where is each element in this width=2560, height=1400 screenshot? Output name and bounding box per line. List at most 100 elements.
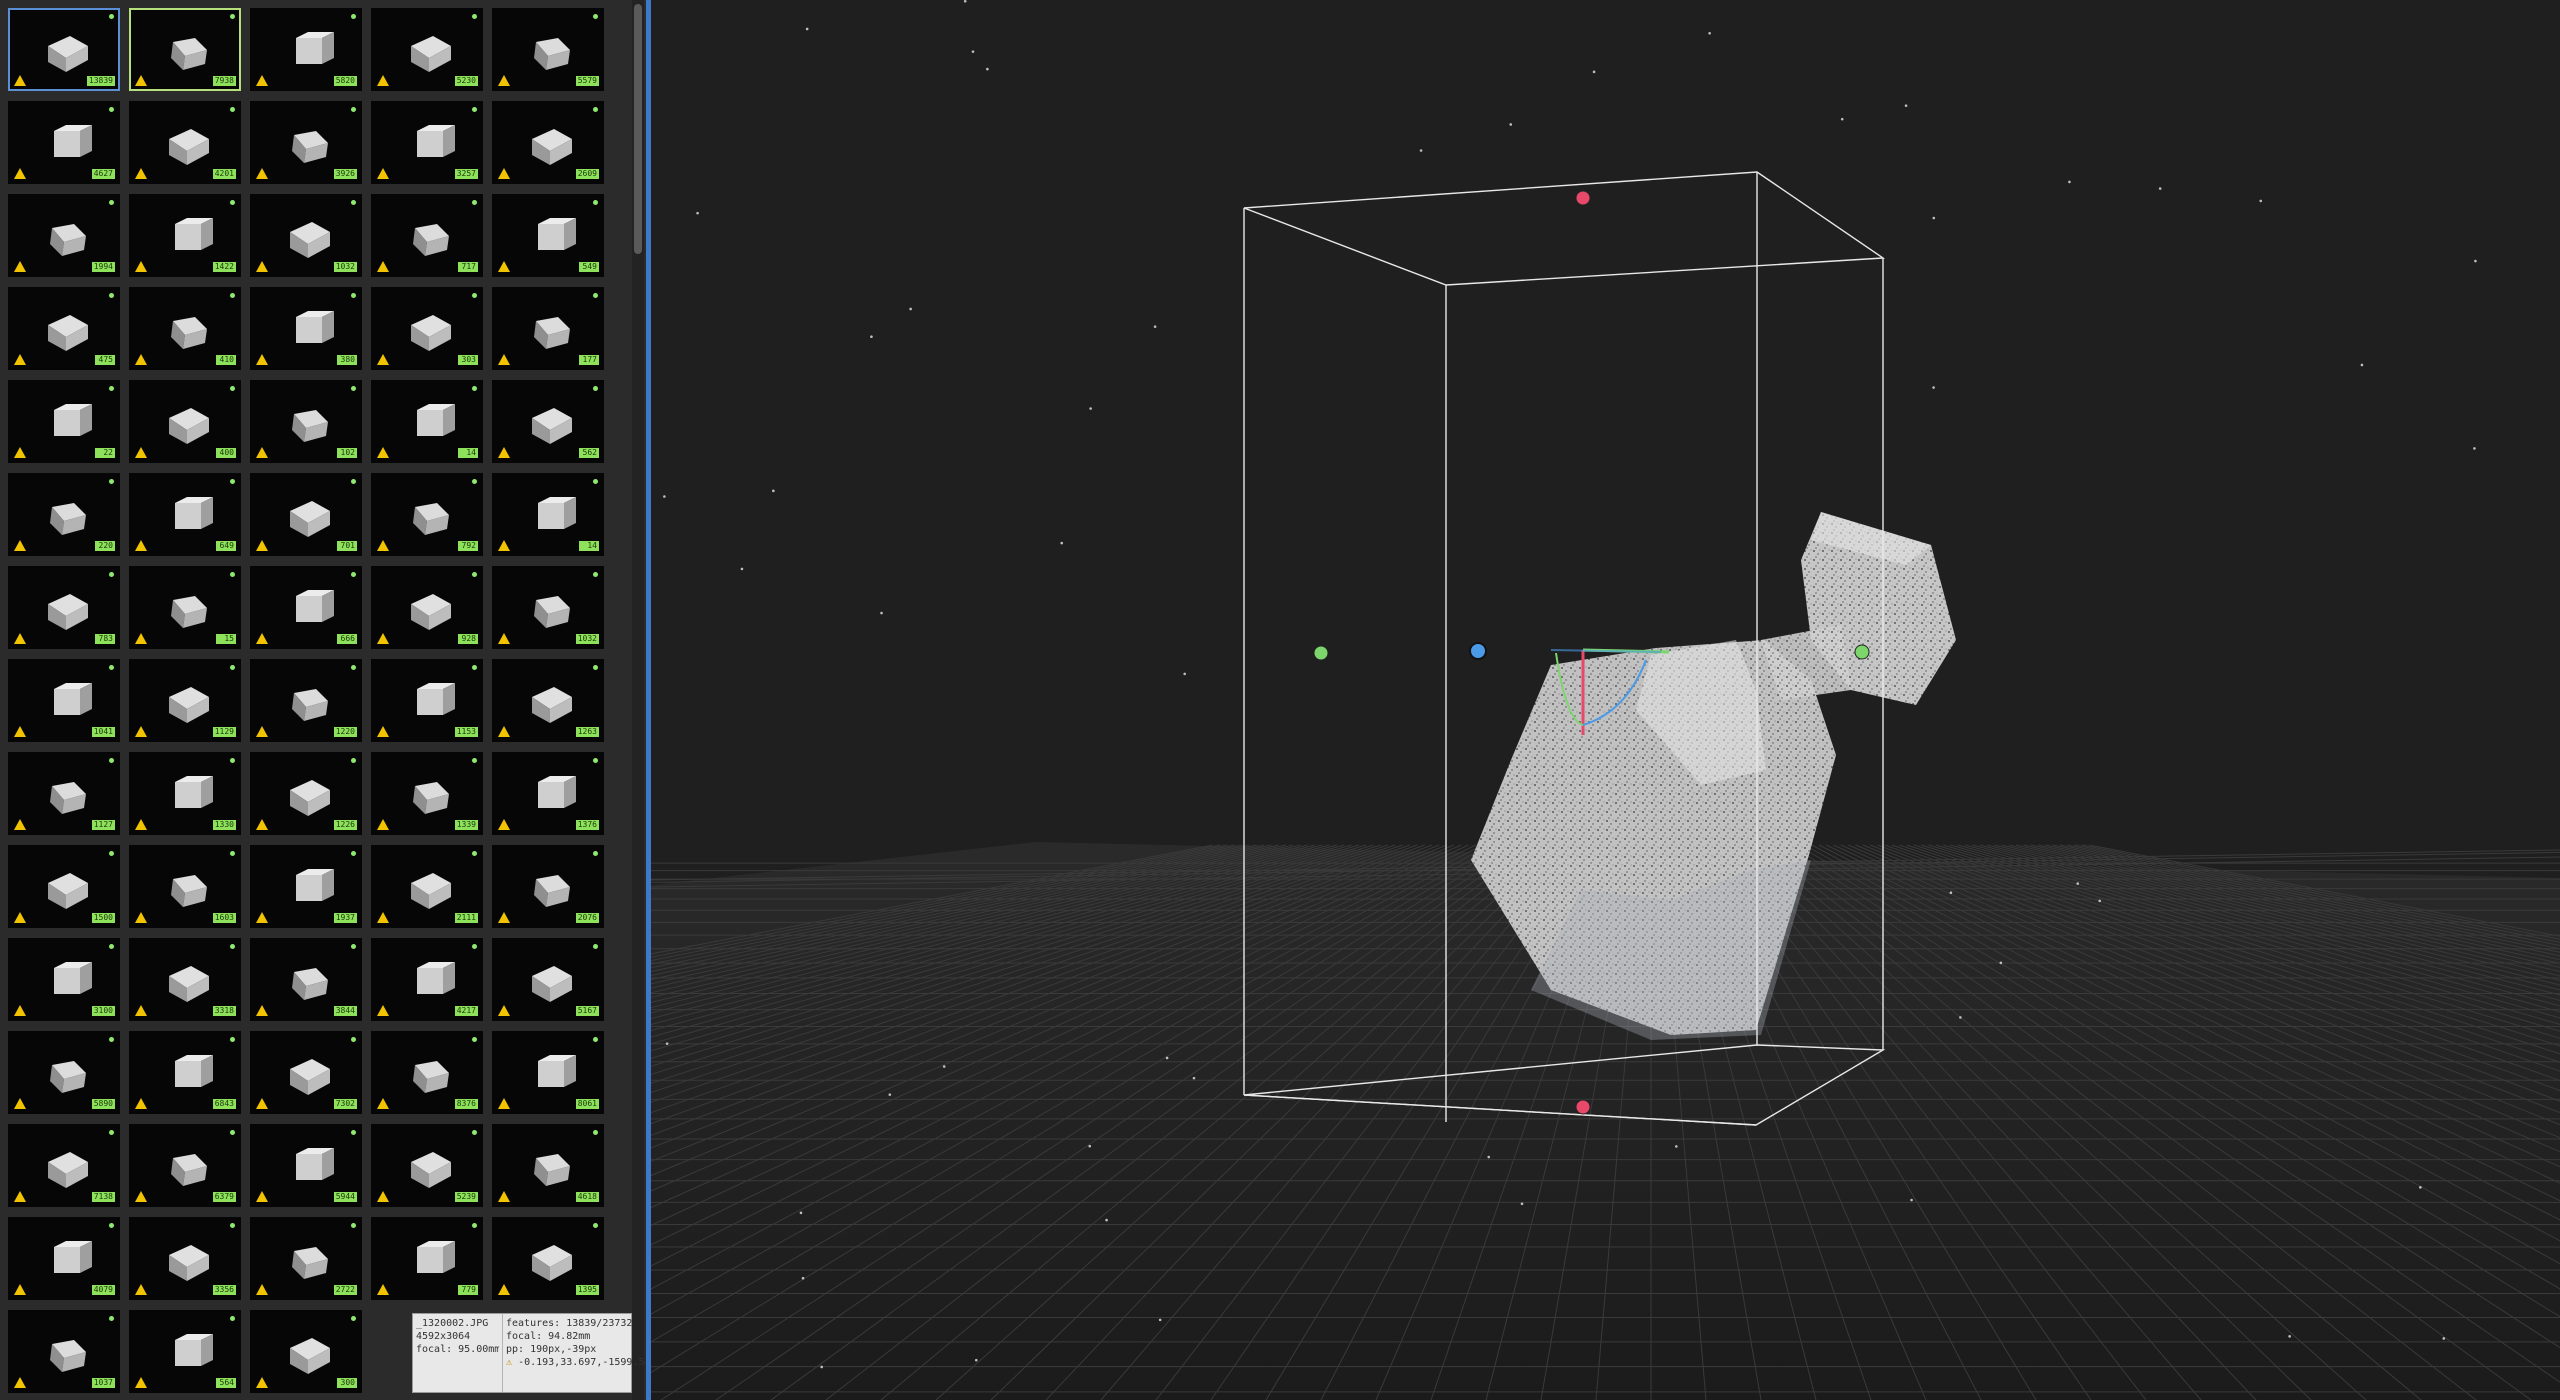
camera-thumbnail[interactable]: 1603 — [129, 845, 241, 928]
camera-thumbnail[interactable]: 2609 — [492, 101, 604, 184]
camera-thumbnail[interactable]: 177 — [492, 287, 604, 370]
thumbnail-image — [532, 408, 572, 444]
status-dot-icon — [472, 1223, 477, 1228]
camera-thumbnail[interactable]: 792 — [371, 473, 483, 556]
camera-thumbnail[interactable]: 3100 — [8, 938, 120, 1021]
camera-thumbnail[interactable]: 717 — [371, 194, 483, 277]
camera-thumbnail[interactable]: 400 — [129, 380, 241, 463]
camera-thumbnail[interactable]: 6379 — [129, 1124, 241, 1207]
camera-thumbnail[interactable]: 3356 — [129, 1217, 241, 1300]
camera-thumbnail[interactable]: 5230 — [371, 8, 483, 91]
camera-thumbnail[interactable]: 15 — [129, 566, 241, 649]
bbox-handle-bottom[interactable] — [1575, 1099, 1591, 1115]
camera-thumbnail[interactable]: 928 — [371, 566, 483, 649]
camera-thumbnail[interactable]: 1037 — [8, 1310, 120, 1393]
camera-thumbnail[interactable]: 3844 — [250, 938, 362, 1021]
bbox-handle-front[interactable] — [1469, 642, 1487, 660]
3d-viewport[interactable] — [651, 0, 2560, 1400]
camera-thumbnail[interactable]: 1032 — [250, 194, 362, 277]
camera-thumbnail[interactable]: 1994 — [8, 194, 120, 277]
camera-thumbnail[interactable]: 549 — [492, 194, 604, 277]
camera-thumbnail[interactable]: 300 — [250, 1310, 362, 1393]
camera-thumbnail[interactable]: 701 — [250, 473, 362, 556]
thumbnail-scrollbar[interactable] — [632, 0, 644, 1400]
bbox-handle-right[interactable] — [1854, 644, 1870, 660]
camera-thumbnail[interactable]: 1330 — [129, 752, 241, 835]
camera-thumbnail[interactable]: 666 — [250, 566, 362, 649]
camera-thumbnail[interactable]: 5890 — [8, 1031, 120, 1114]
camera-thumbnail[interactable]: 1339 — [371, 752, 483, 835]
camera-thumbnail[interactable]: 4217 — [371, 938, 483, 1021]
status-dot-icon — [472, 479, 477, 484]
camera-thumbnail[interactable]: 5944 — [250, 1124, 362, 1207]
camera-thumbnail[interactable]: 14 — [371, 380, 483, 463]
thumbnail-image — [292, 968, 328, 1000]
camera-thumbnail[interactable]: 2076 — [492, 845, 604, 928]
camera-thumbnail[interactable]: 1226 — [250, 752, 362, 835]
camera-thumbnail[interactable]: 4627 — [8, 101, 120, 184]
status-dot-icon — [230, 386, 235, 391]
camera-thumbnail[interactable]: 7138 — [8, 1124, 120, 1207]
status-dot-icon — [593, 758, 598, 763]
camera-thumbnail[interactable]: 5820 — [250, 8, 362, 91]
camera-thumbnail[interactable]: 1032 — [492, 566, 604, 649]
camera-thumbnail[interactable]: 1500 — [8, 845, 120, 928]
warning-icon — [135, 447, 147, 458]
camera-thumbnail[interactable]: 7938 — [129, 8, 241, 91]
camera-thumbnail[interactable]: 5167 — [492, 938, 604, 1021]
camera-thumbnail[interactable]: 13839 — [8, 8, 120, 91]
camera-thumbnail[interactable]: 102 — [250, 380, 362, 463]
warning-icon — [14, 819, 26, 830]
camera-thumbnail[interactable]: 564 — [129, 1310, 241, 1393]
camera-thumbnail[interactable]: 8061 — [492, 1031, 604, 1114]
camera-thumbnail[interactable]: 22 — [8, 380, 120, 463]
scrollbar-thumb[interactable] — [634, 4, 642, 254]
camera-thumbnail[interactable]: 1422 — [129, 194, 241, 277]
feature-count-badge: 3318 — [212, 1006, 236, 1016]
camera-thumbnail[interactable]: 1395 — [492, 1217, 604, 1300]
camera-thumbnail[interactable]: 1153 — [371, 659, 483, 742]
warning-icon — [135, 1377, 147, 1388]
camera-thumbnail[interactable]: 1376 — [492, 752, 604, 835]
warning-icon — [135, 1005, 147, 1016]
feature-count-badge: 4079 — [91, 1285, 115, 1295]
camera-thumbnail[interactable]: 5239 — [371, 1124, 483, 1207]
camera-thumbnail[interactable]: 1041 — [8, 659, 120, 742]
camera-thumbnail[interactable]: 1220 — [250, 659, 362, 742]
camera-thumbnail[interactable]: 410 — [129, 287, 241, 370]
status-dot-icon — [351, 851, 356, 856]
camera-thumbnail[interactable]: 303 — [371, 287, 483, 370]
camera-thumbnail[interactable]: 7302 — [250, 1031, 362, 1114]
camera-thumbnail[interactable]: 2722 — [250, 1217, 362, 1300]
camera-thumbnail[interactable]: 649 — [129, 473, 241, 556]
camera-thumbnail[interactable]: 475 — [8, 287, 120, 370]
bbox-handle-left[interactable] — [1313, 645, 1329, 661]
camera-thumbnail[interactable]: 3257 — [371, 101, 483, 184]
camera-thumbnail[interactable]: 6843 — [129, 1031, 241, 1114]
thumbnail-image — [292, 131, 328, 163]
camera-thumbnail[interactable]: 3926 — [250, 101, 362, 184]
camera-thumbnail[interactable]: 14 — [492, 473, 604, 556]
camera-thumbnail[interactable]: 4079 — [8, 1217, 120, 1300]
feature-count-badge: 1226 — [333, 820, 357, 830]
camera-thumbnail[interactable]: 380 — [250, 287, 362, 370]
camera-thumbnail[interactable]: 4618 — [492, 1124, 604, 1207]
feature-count-badge: 3926 — [333, 169, 357, 179]
status-dot-icon — [230, 851, 235, 856]
camera-thumbnail[interactable]: 783 — [8, 566, 120, 649]
camera-thumbnail[interactable]: 1127 — [8, 752, 120, 835]
camera-thumbnail[interactable]: 220 — [8, 473, 120, 556]
camera-thumbnail[interactable]: 3318 — [129, 938, 241, 1021]
bbox-handle-top[interactable] — [1575, 190, 1591, 206]
thumbnail-image — [534, 596, 570, 628]
camera-thumbnail[interactable]: 4201 — [129, 101, 241, 184]
feature-count-badge: 1937 — [333, 913, 357, 923]
camera-thumbnail[interactable]: 779 — [371, 1217, 483, 1300]
camera-thumbnail[interactable]: 1263 — [492, 659, 604, 742]
camera-thumbnail[interactable]: 8376 — [371, 1031, 483, 1114]
camera-thumbnail[interactable]: 562 — [492, 380, 604, 463]
camera-thumbnail[interactable]: 5579 — [492, 8, 604, 91]
camera-thumbnail[interactable]: 2111 — [371, 845, 483, 928]
camera-thumbnail[interactable]: 1129 — [129, 659, 241, 742]
camera-thumbnail[interactable]: 1937 — [250, 845, 362, 928]
